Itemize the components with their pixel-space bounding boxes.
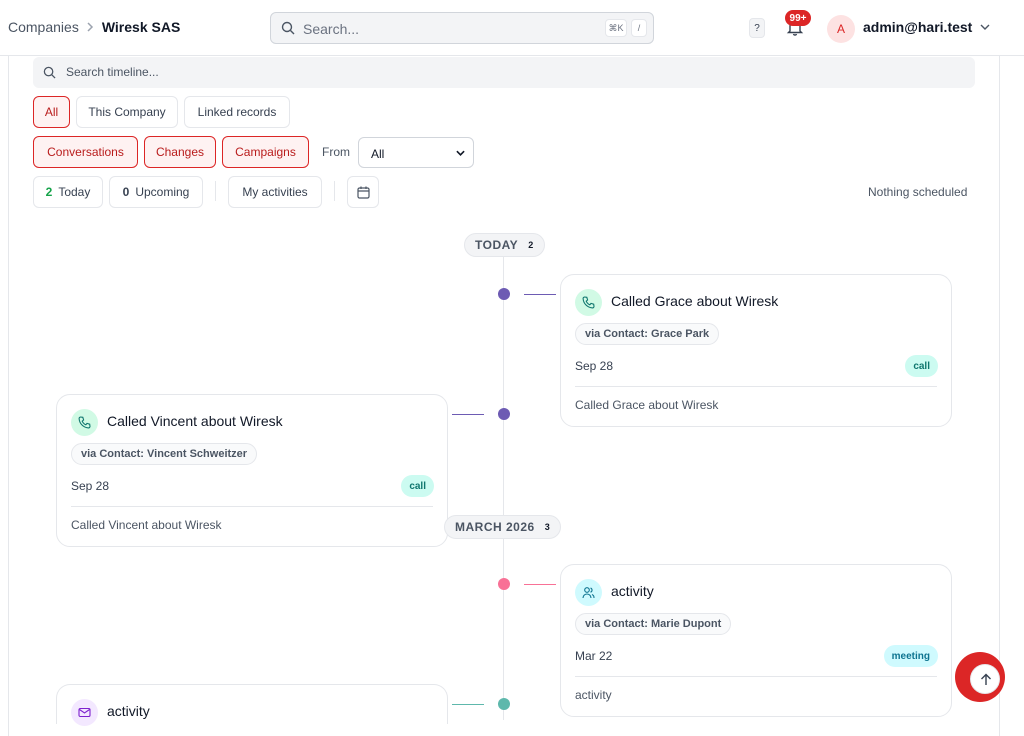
- mail-icon: [71, 699, 98, 726]
- filter-linked-records[interactable]: Linked records: [184, 96, 290, 128]
- event-date: Sep 28: [71, 479, 110, 493]
- event-type-tag: meeting: [883, 645, 938, 667]
- timeline-connector: [524, 584, 556, 585]
- calendar-icon: [357, 186, 370, 199]
- divider: [215, 181, 216, 201]
- group-count: 3: [544, 522, 551, 532]
- event-title: activity: [611, 583, 654, 599]
- filter-this-company[interactable]: This Company: [76, 96, 178, 128]
- event-title: Called Grace about Wiresk: [611, 293, 779, 309]
- divider: [575, 386, 937, 387]
- event-type-tag: call: [401, 475, 434, 497]
- timeline-dot: [498, 698, 510, 710]
- event-date: Sep 28: [575, 359, 614, 373]
- filter-all[interactable]: All: [33, 96, 70, 128]
- nothing-scheduled-text: Nothing scheduled: [868, 185, 968, 199]
- divider: [575, 676, 937, 677]
- group-header-march-2026: MARCH 2026 3: [444, 515, 562, 539]
- group-label: MARCH 2026: [455, 520, 535, 534]
- timeline-event-card[interactable]: activity: [56, 684, 448, 726]
- group-count: 2: [528, 240, 534, 250]
- from-label: From: [322, 145, 350, 159]
- timeline-event-card[interactable]: activity via Contact: Marie Dupont Mar 2…: [560, 564, 952, 717]
- timeline-event-card[interactable]: Called Grace about Wiresk via Contact: G…: [560, 274, 952, 427]
- event-title: activity: [107, 703, 150, 719]
- filter-changes[interactable]: Changes: [144, 136, 216, 168]
- breadcrumb-companies-link[interactable]: Companies: [8, 19, 79, 35]
- users-icon: [575, 579, 602, 606]
- divider: [71, 506, 433, 507]
- notification-badge: 99+: [785, 10, 811, 26]
- my-activities-button[interactable]: My activities: [228, 176, 322, 208]
- timeline-dot: [498, 578, 510, 590]
- event-date: Mar 22: [575, 649, 613, 663]
- event-via-badge[interactable]: via Contact: Grace Park: [575, 323, 720, 345]
- upcoming-count: 0: [122, 185, 130, 199]
- timeline-connector: [452, 414, 484, 415]
- upcoming-label: Upcoming: [135, 185, 190, 199]
- timeline-dot: [498, 408, 510, 420]
- calendar-button[interactable]: [347, 176, 379, 208]
- event-type-tag: call: [905, 355, 938, 377]
- phone-icon: [71, 409, 98, 436]
- phone-icon: [575, 289, 602, 316]
- filter-campaigns[interactable]: Campaigns: [222, 136, 309, 168]
- today-button[interactable]: 2 Today: [33, 176, 103, 208]
- event-description: Called Grace about Wiresk: [575, 398, 719, 412]
- top-bar: Companies Wiresk SAS Search... ⌘K / ? 99…: [0, 0, 1024, 56]
- today-count: 2: [45, 185, 53, 199]
- chevron-down-icon[interactable]: [980, 23, 990, 31]
- event-via-badge[interactable]: via Contact: Marie Dupont: [575, 613, 732, 635]
- user-menu[interactable]: admin@hari.test: [863, 19, 972, 35]
- arrow-up-icon: [981, 673, 991, 685]
- from-select[interactable]: All: [358, 137, 474, 168]
- divider: [334, 181, 335, 201]
- help-button[interactable]: ?: [749, 18, 765, 38]
- chevron-right-icon: [87, 22, 93, 32]
- timeline-dot: [498, 288, 510, 300]
- search-placeholder: Search...: [303, 21, 360, 37]
- search-icon: [281, 21, 295, 35]
- search-shortcut-alt-key: /: [631, 19, 647, 37]
- timeline-connector: [524, 294, 556, 295]
- global-search-input[interactable]: Search... ⌘K /: [270, 12, 654, 44]
- search-shortcut-key: ⌘K: [605, 19, 627, 37]
- event-title: Called Vincent about Wiresk: [107, 413, 283, 429]
- group-label: TODAY: [475, 238, 519, 252]
- upcoming-button[interactable]: 0 Upcoming: [109, 176, 203, 208]
- search-icon: [43, 66, 56, 79]
- from-select-value: All: [371, 147, 385, 161]
- today-label: Today: [58, 185, 91, 199]
- event-description: activity: [575, 688, 612, 702]
- timeline-search-placeholder: Search timeline...: [66, 65, 159, 79]
- chevron-down-icon: [456, 150, 465, 156]
- event-description: Called Vincent about Wiresk: [71, 518, 222, 532]
- scroll-to-top-inner: [970, 664, 1000, 694]
- timeline-search-input[interactable]: Search timeline...: [33, 57, 975, 88]
- breadcrumb: Companies Wiresk SAS: [8, 19, 180, 35]
- timeline-axis: [503, 244, 504, 720]
- filter-conversations[interactable]: Conversations: [33, 136, 138, 168]
- breadcrumb-current: Wiresk SAS: [101, 19, 181, 35]
- timeline-connector: [452, 704, 484, 705]
- event-via-badge[interactable]: via Contact: Vincent Schweitzer: [71, 443, 258, 465]
- scroll-to-top-button[interactable]: [955, 652, 1005, 702]
- avatar[interactable]: A: [827, 15, 855, 43]
- group-header-today: TODAY 2: [464, 233, 545, 257]
- timeline-event-card[interactable]: Called Vincent about Wiresk via Contact:…: [56, 394, 448, 547]
